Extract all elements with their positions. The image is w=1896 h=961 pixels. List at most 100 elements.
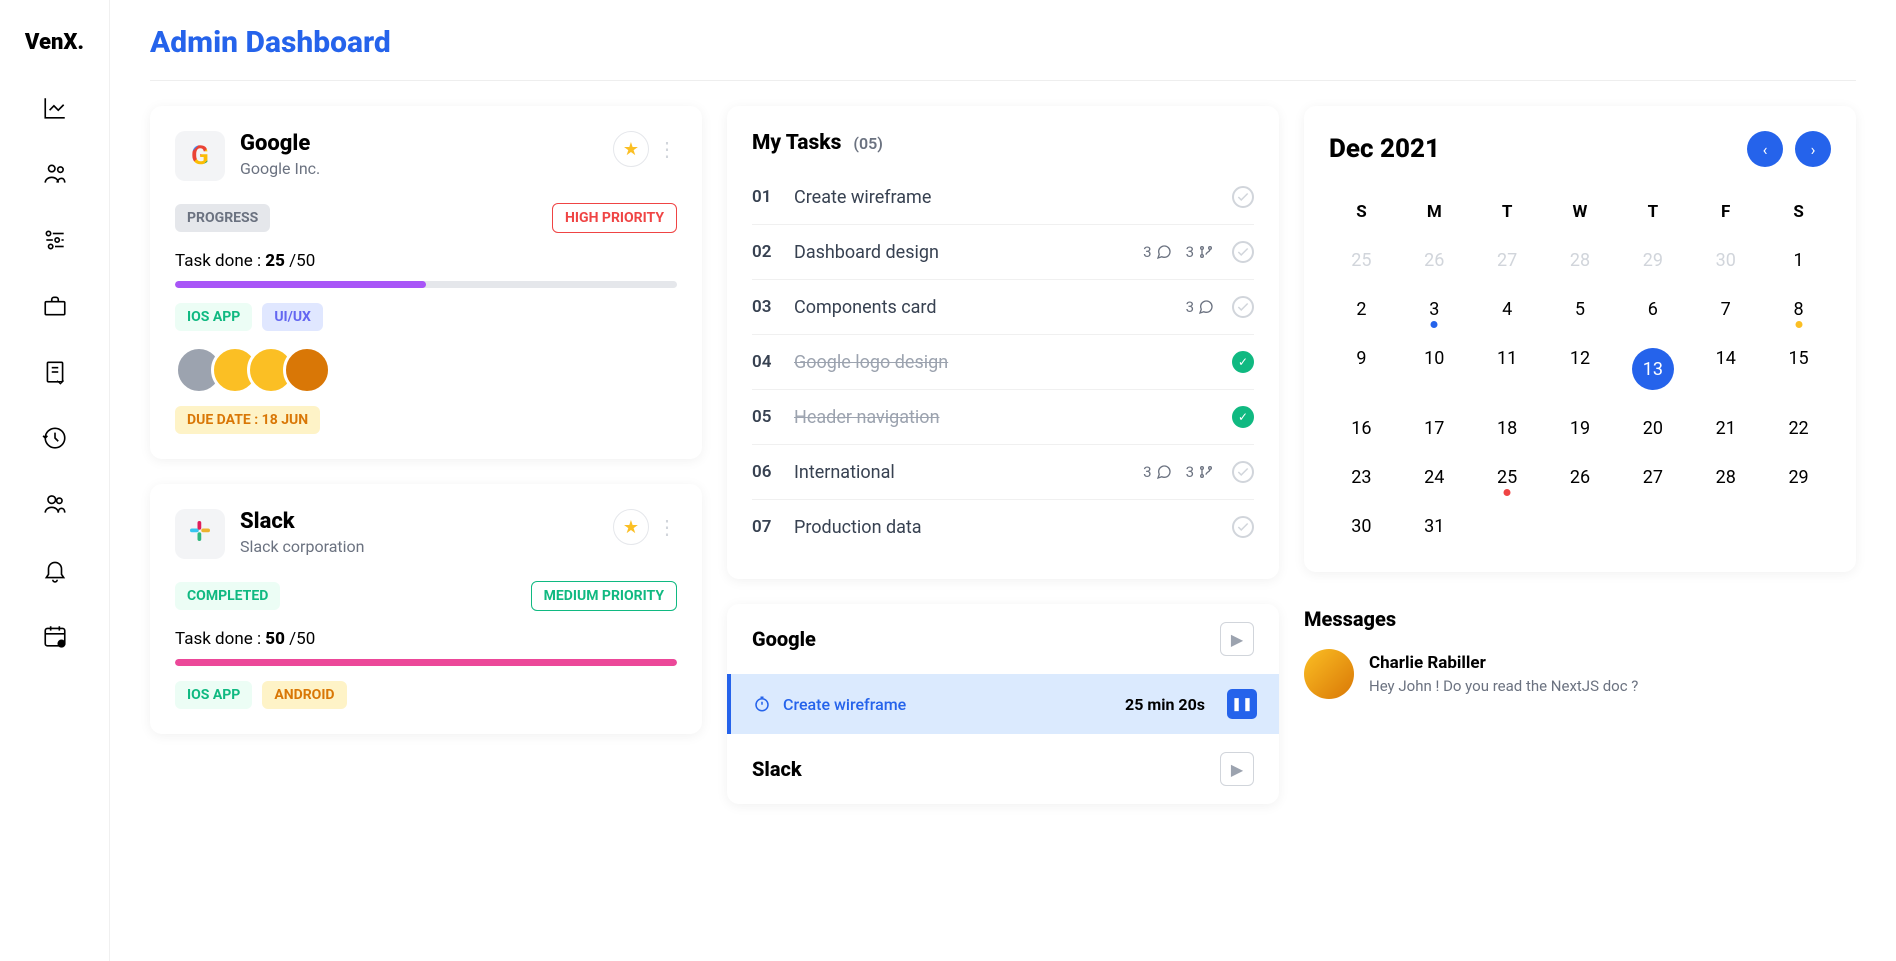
task-check-icon[interactable] — [1232, 461, 1254, 483]
task-row[interactable]: 05Header navigation✓ — [752, 389, 1254, 444]
calendar-day[interactable]: 29 — [1766, 457, 1831, 498]
calendar-day[interactable]: 9 — [1329, 338, 1394, 400]
mytasks-title: My Tasks — [752, 131, 841, 155]
tag-badge: UI/UX — [262, 303, 323, 331]
due-date-badge: DUE DATE : 18 JUN — [175, 406, 320, 434]
calendar-day[interactable]: 27 — [1620, 457, 1685, 498]
calendar-day[interactable]: 29 — [1620, 240, 1685, 281]
calendar-day[interactable]: 21 — [1693, 408, 1758, 449]
task-number: 02 — [752, 242, 776, 262]
calendar-prev-button[interactable]: ‹ — [1747, 131, 1783, 167]
calendar-day[interactable]: 12 — [1548, 338, 1613, 400]
more-menu-icon[interactable]: ⋮ — [657, 144, 677, 154]
stopwatch-icon — [753, 695, 771, 713]
calendar-day[interactable]: 10 — [1402, 338, 1467, 400]
calendar-day[interactable]: 31 — [1402, 506, 1467, 547]
calendar-day[interactable]: 26 — [1402, 240, 1467, 281]
nav-bell-icon[interactable] — [42, 557, 68, 583]
message-preview: Hey John ! Do you read the NextJS doc ? — [1369, 677, 1638, 695]
calendar-day[interactable]: 25 — [1329, 240, 1394, 281]
task-row[interactable]: 06International3 3 — [752, 444, 1254, 499]
task-name: Components card — [794, 297, 1168, 318]
star-button[interactable]: ★ — [613, 509, 649, 545]
calendar-day[interactable]: 28 — [1693, 457, 1758, 498]
calendar-day[interactable]: 3 — [1402, 289, 1467, 330]
calendar-day[interactable]: 26 — [1548, 457, 1613, 498]
calendar-day[interactable]: 25 — [1475, 457, 1540, 498]
nav-users-icon[interactable] — [42, 491, 68, 517]
task-row[interactable]: 07Production data — [752, 499, 1254, 554]
nav-chart-icon[interactable] — [42, 95, 68, 121]
calendar-day[interactable]: 13 — [1620, 338, 1685, 400]
nav-calendar-icon[interactable] — [42, 623, 68, 649]
message-avatar — [1304, 649, 1354, 699]
task-name: Production data — [794, 517, 1196, 538]
calendar-day[interactable]: 15 — [1766, 338, 1831, 400]
calendar-day[interactable]: 30 — [1329, 506, 1394, 547]
nav-briefcase-icon[interactable] — [42, 293, 68, 319]
messages-title: Messages — [1304, 607, 1856, 631]
project-logo-icon — [175, 509, 225, 559]
star-button[interactable]: ★ — [613, 131, 649, 167]
task-check-icon[interactable]: ✓ — [1232, 406, 1254, 428]
tag-badge: ANDROID — [262, 681, 346, 709]
calendar-day[interactable]: 24 — [1402, 457, 1467, 498]
task-row[interactable]: 02Dashboard design3 3 — [752, 224, 1254, 279]
status-badge: COMPLETED — [175, 582, 280, 610]
calendar-day[interactable]: 16 — [1329, 408, 1394, 449]
message-row[interactable]: Charlie RabillerHey John ! Do you read t… — [1304, 649, 1856, 699]
calendar-day[interactable]: 30 — [1693, 240, 1758, 281]
calendar-day[interactable]: 19 — [1548, 408, 1613, 449]
calendar-day[interactable]: 22 — [1766, 408, 1831, 449]
calendar-dow: S — [1766, 192, 1831, 232]
calendar-day[interactable]: 27 — [1475, 240, 1540, 281]
calendar-day[interactable]: 6 — [1620, 289, 1685, 330]
pause-button[interactable]: ❚❚ — [1227, 689, 1257, 719]
calendar-day[interactable]: 14 — [1693, 338, 1758, 400]
play-button[interactable]: ▶ — [1220, 752, 1254, 786]
more-menu-icon[interactable]: ⋮ — [657, 522, 677, 532]
task-name: Google logo design — [794, 352, 1196, 373]
task-check-icon[interactable] — [1232, 241, 1254, 263]
calendar-next-button[interactable]: › — [1795, 131, 1831, 167]
progress-bar — [175, 281, 677, 288]
mytasks-count: (05) — [853, 134, 882, 153]
project-company: Google Inc. — [240, 159, 320, 178]
calendar-day[interactable]: 5 — [1548, 289, 1613, 330]
calendar-day[interactable]: 23 — [1329, 457, 1394, 498]
calendar-day[interactable]: 7 — [1693, 289, 1758, 330]
play-button[interactable]: ▶ — [1220, 622, 1254, 656]
calendar-month: Dec 2021 — [1329, 134, 1440, 164]
task-check-icon[interactable]: ✓ — [1232, 351, 1254, 373]
task-check-icon[interactable] — [1232, 186, 1254, 208]
calendar-day[interactable]: 8 — [1766, 289, 1831, 330]
tag-badge: IOS APP — [175, 303, 252, 331]
task-row[interactable]: 03Components card3 — [752, 279, 1254, 334]
calendar-day[interactable]: 2 — [1329, 289, 1394, 330]
project-name: Google — [240, 131, 320, 156]
task-row[interactable]: 01Create wireframe — [752, 170, 1254, 224]
calendar-day[interactable]: 20 — [1620, 408, 1685, 449]
nav-settings-icon[interactable] — [42, 227, 68, 253]
task-name: Create wireframe — [794, 187, 1196, 208]
calendar-day[interactable]: 4 — [1475, 289, 1540, 330]
nav-document-icon[interactable] — [42, 359, 68, 385]
project-name: Slack — [240, 509, 364, 534]
timer-group: Google ▶ — [727, 604, 1279, 674]
project-company: Slack corporation — [240, 537, 364, 556]
calendar-day[interactable]: 1 — [1766, 240, 1831, 281]
nav-team-icon[interactable] — [42, 161, 68, 187]
calendar-day[interactable]: 28 — [1548, 240, 1613, 281]
calendar-day[interactable]: 11 — [1475, 338, 1540, 400]
timer-group-name: Google — [752, 627, 816, 651]
calendar-day[interactable]: 18 — [1475, 408, 1540, 449]
nav-history-icon[interactable] — [42, 425, 68, 451]
task-check-icon[interactable] — [1232, 296, 1254, 318]
mytasks-card: My Tasks (05) 01Create wireframe02Dashbo… — [727, 106, 1279, 579]
timer-card: Google▶Create wireframe25 min 20s❚❚Slack… — [727, 604, 1279, 804]
comments-count: 3 — [1143, 463, 1171, 481]
task-check-icon[interactable] — [1232, 516, 1254, 538]
task-row[interactable]: 04Google logo design✓ — [752, 334, 1254, 389]
calendar-day[interactable]: 17 — [1402, 408, 1467, 449]
calendar-dow: W — [1548, 192, 1613, 232]
